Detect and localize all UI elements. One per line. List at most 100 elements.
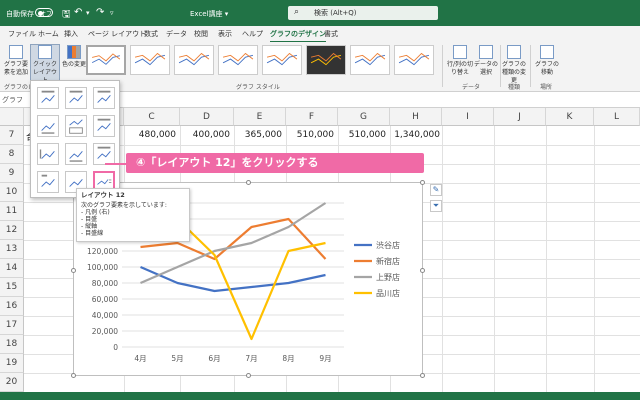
layout-option-8[interactable]	[65, 143, 87, 165]
row-header-7[interactable]: 7	[0, 126, 24, 145]
layout-option-7[interactable]	[37, 143, 59, 165]
layout-option-5[interactable]	[65, 115, 87, 137]
column-header-j[interactable]: J	[494, 108, 546, 126]
x-tick-label: 8月	[282, 354, 294, 363]
select-data-icon	[479, 45, 493, 59]
column-header-l[interactable]: L	[594, 108, 640, 126]
chart-element-icon	[9, 45, 23, 59]
row-header-19[interactable]: 19	[0, 354, 24, 373]
row-header-11[interactable]: 11	[0, 202, 24, 221]
cell-d7[interactable]: 400,000	[182, 130, 230, 144]
row-header-13[interactable]: 13	[0, 240, 24, 259]
cell-f7[interactable]: 510,000	[288, 130, 334, 144]
select-all-corner[interactable]	[0, 108, 24, 126]
resize-handle[interactable]	[71, 268, 76, 273]
chart-style-7[interactable]	[350, 45, 390, 75]
redo-icon[interactable]: ↷	[96, 7, 104, 18]
layout-option-6[interactable]	[93, 115, 115, 137]
grid-line	[546, 126, 547, 392]
change-chart-type-button[interactable]: グラフの種類の変更	[500, 45, 528, 85]
column-header-d[interactable]: D	[180, 108, 234, 126]
chart-style-5[interactable]	[262, 45, 302, 75]
tab-formulas[interactable]: 数式	[144, 29, 158, 39]
layout-option-1[interactable]	[37, 87, 59, 109]
cell-h7[interactable]: 1,340,000	[392, 130, 440, 144]
row-header-16[interactable]: 16	[0, 297, 24, 316]
tab-insert[interactable]: 挿入	[64, 29, 78, 39]
resize-handle[interactable]	[420, 268, 425, 273]
column-header-f[interactable]: F	[286, 108, 338, 126]
resize-handle[interactable]	[420, 373, 425, 378]
column-header-i[interactable]: I	[442, 108, 494, 126]
add-chart-element-button[interactable]: グラフ要素を追加	[2, 45, 30, 77]
customize-toolbar-icon[interactable]: ▿	[110, 9, 114, 17]
row-header-15[interactable]: 15	[0, 278, 24, 297]
move-chart-label: グラフの移動	[534, 61, 559, 76]
grid-line	[494, 126, 495, 392]
save-icon[interactable]: 🖫	[62, 7, 71, 24]
layout-option-10[interactable]	[37, 171, 59, 193]
column-header-k[interactable]: K	[546, 108, 594, 126]
x-tick-label: 7月	[245, 354, 257, 363]
chart-style-2[interactable]	[130, 45, 170, 75]
resize-handle[interactable]	[246, 373, 251, 378]
search-input[interactable]: ⌕ 検索 (Alt+Q)	[288, 6, 438, 20]
tab-home[interactable]: ホーム	[38, 29, 59, 39]
tab-chart-design[interactable]: グラフのデザイン	[270, 29, 326, 43]
column-header-g[interactable]: G	[338, 108, 390, 126]
row-header-12[interactable]: 12	[0, 221, 24, 240]
tab-file[interactable]: ファイル	[8, 29, 36, 39]
chart-styles-brush-icon[interactable]: ✎	[430, 184, 442, 196]
x-tick-label: 9月	[319, 354, 331, 363]
row-header-17[interactable]: 17	[0, 316, 24, 335]
layout-option-9[interactable]	[93, 143, 115, 165]
undo-icon[interactable]: ↶	[74, 7, 82, 18]
layout-option-2[interactable]	[65, 87, 87, 109]
tab-view[interactable]: 表示	[218, 29, 232, 39]
tab-help[interactable]: ヘルプ	[242, 29, 263, 39]
tab-data[interactable]: データ	[166, 29, 187, 39]
cell-g7[interactable]: 510,000	[340, 130, 386, 144]
column-header-c[interactable]: C	[124, 108, 180, 126]
cell-e7[interactable]: 365,000	[236, 130, 282, 144]
row-header-9[interactable]: 9	[0, 164, 24, 183]
tooltip-item: - 縦軸	[81, 223, 98, 230]
y-tick-label: 80,000	[92, 279, 118, 288]
quick-layout-button[interactable]: クイック レイアウト	[30, 44, 60, 86]
tab-page-layout[interactable]: ページ レイアウト	[88, 29, 146, 39]
row-header-20[interactable]: 20	[0, 373, 24, 392]
select-data-button[interactable]: データの選択	[472, 45, 500, 77]
cell-c7[interactable]: 480,000	[126, 130, 176, 144]
layout-option-3[interactable]	[93, 87, 115, 109]
switch-row-column-button[interactable]: 行/列の切り替え	[446, 45, 474, 77]
row-header-14[interactable]: 14	[0, 259, 24, 278]
chart-style-1[interactable]	[86, 45, 126, 75]
row-header-10[interactable]: 10	[0, 183, 24, 202]
layout-option-4[interactable]	[37, 115, 59, 137]
name-box[interactable]: グラフ	[2, 95, 23, 105]
chart-filter-icon[interactable]: ⏷	[430, 200, 442, 212]
row-header-8[interactable]: 8	[0, 145, 24, 164]
autosave-label: 自動保存	[6, 10, 34, 18]
chart-style-4[interactable]	[218, 45, 258, 75]
column-header-h[interactable]: H	[390, 108, 442, 126]
change-colors-button[interactable]: 色の変更	[60, 45, 88, 69]
resize-handle[interactable]	[246, 180, 251, 185]
column-header-e[interactable]: E	[234, 108, 286, 126]
chart-style-6[interactable]	[306, 45, 346, 75]
y-tick-label: 20,000	[92, 327, 118, 336]
search-placeholder: 検索 (Alt+Q)	[314, 9, 357, 17]
tab-format[interactable]: 書式	[324, 29, 338, 39]
search-icon: ⌕	[294, 7, 300, 17]
switch-icon	[453, 45, 467, 59]
row-header-18[interactable]: 18	[0, 335, 24, 354]
undo-dropdown-icon[interactable]: ▾	[86, 9, 90, 17]
resize-handle[interactable]	[420, 180, 425, 185]
workbook-title[interactable]: Excel講座 ▾	[190, 9, 228, 19]
move-chart-button[interactable]: グラフの移動	[533, 45, 561, 77]
chart-style-3[interactable]	[174, 45, 214, 75]
y-tick-label: 100,000	[87, 263, 118, 272]
resize-handle[interactable]	[71, 373, 76, 378]
tab-review[interactable]: 校閲	[194, 29, 208, 39]
chart-style-8[interactable]	[394, 45, 434, 75]
